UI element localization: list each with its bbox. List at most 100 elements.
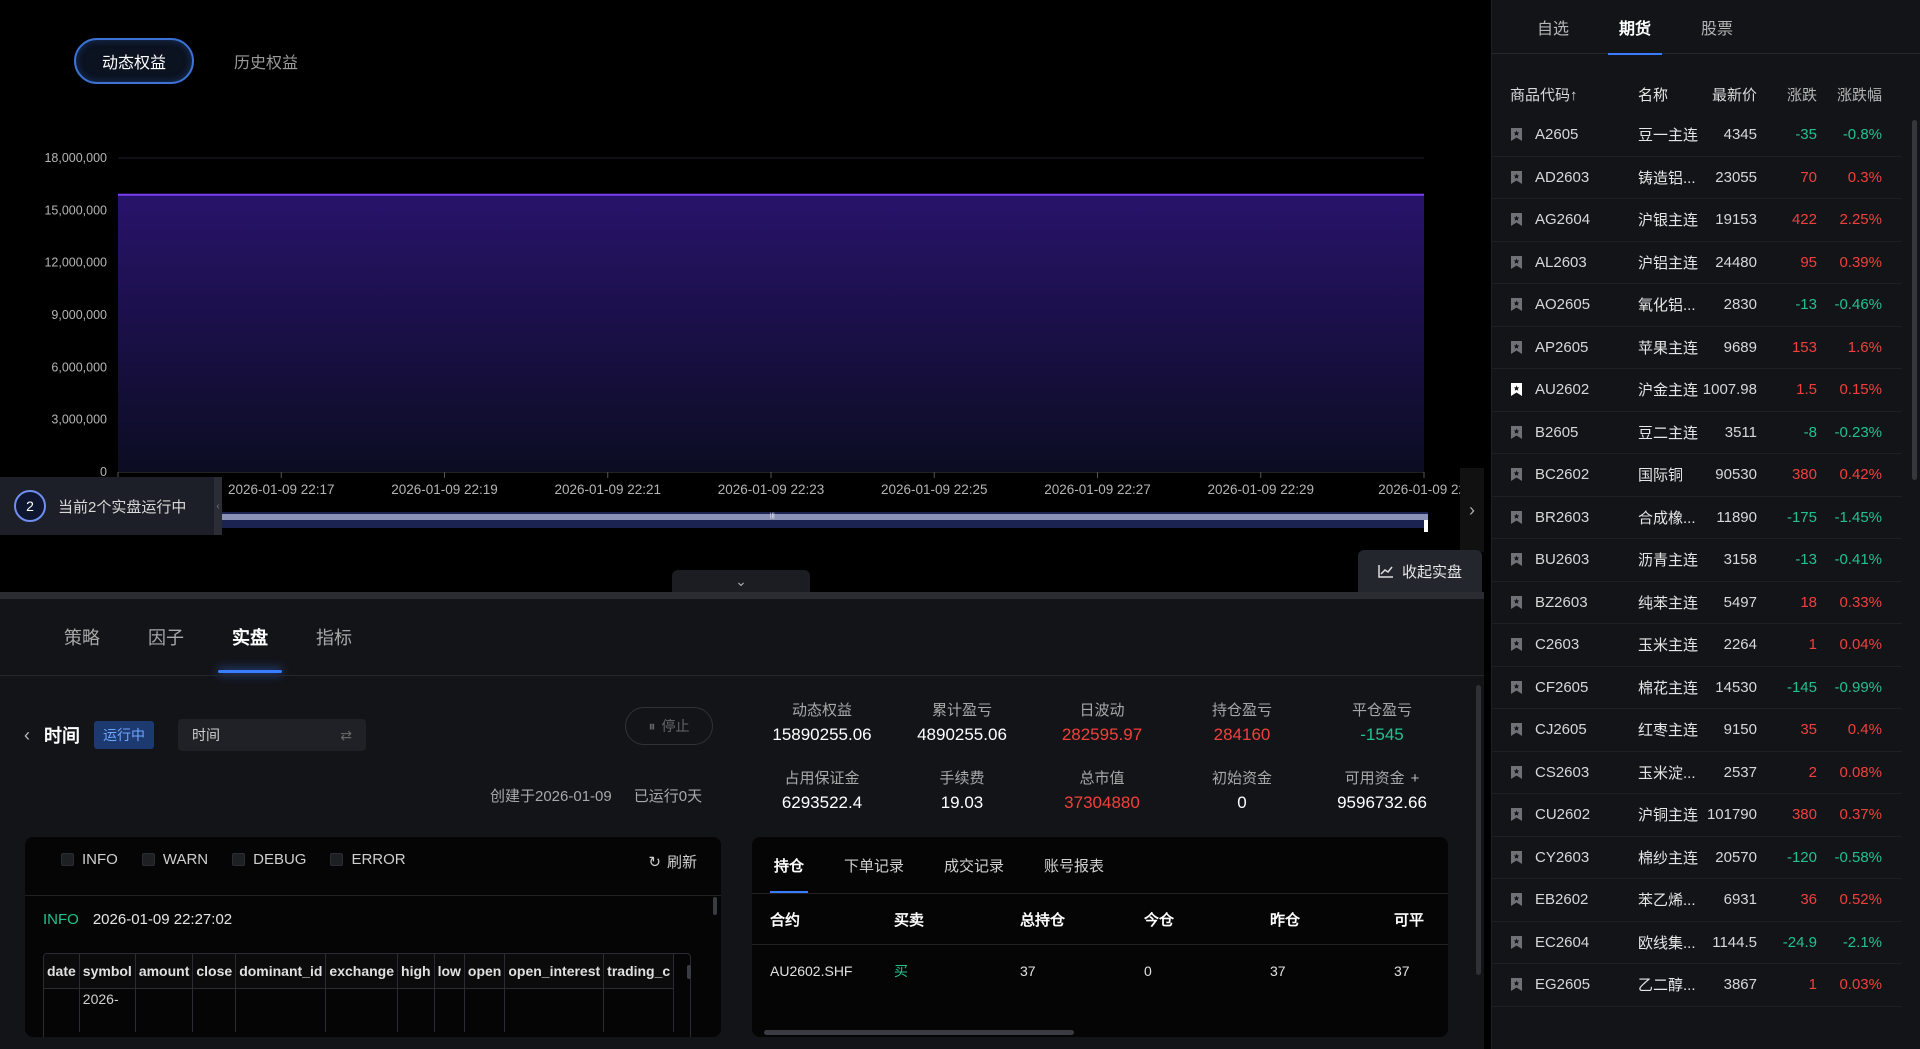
tab-factor[interactable]: 因子 [124,599,208,675]
list-item[interactable]: AD2603 铸造铝... 23055 70 0.3% [1492,157,1902,199]
tab-trades[interactable]: 成交记录 [930,837,1018,893]
stop-button[interactable]: ⏸ 停止 [625,707,713,745]
bookmark-icon[interactable] [1510,467,1523,482]
list-item[interactable]: A2605 豆一主连 4345 -35 -0.8% [1492,114,1902,157]
positions-hscrollbar[interactable] [764,1030,1074,1035]
resize-divider[interactable] [0,592,1484,599]
bookmark-icon[interactable] [1510,722,1523,737]
list-item[interactable]: AP2605 苹果主连 9689 153 1.6% [1492,327,1902,369]
tab-account-report[interactable]: 账号报表 [1030,837,1118,893]
add-funds-icon[interactable]: + [1411,770,1420,787]
bookmark-icon[interactable] [1510,255,1523,270]
log-col-header[interactable]: open [464,954,506,989]
bookmark-icon[interactable] [1510,765,1523,780]
bookmark-icon[interactable] [1510,892,1523,907]
collapse-live-button[interactable]: 收起实盘 [1358,550,1482,592]
zoom-window[interactable] [222,514,1428,520]
bookmark-icon[interactable] [1510,170,1523,185]
back-chevron-icon[interactable]: ‹ [24,725,30,746]
tab-watchlist[interactable]: 自选 [1512,0,1594,54]
list-item[interactable]: EC2604 欧线集... 1144.5 -24.9 -2.1% [1492,922,1902,964]
positions-col-header[interactable]: 可平 [1394,909,1424,930]
log-col-header[interactable]: amount [135,954,194,989]
positions-col-header[interactable]: 总持仓 [1020,909,1065,930]
log-col-header[interactable]: date [44,954,80,989]
list-item[interactable]: AU2602 沪金主连 1007.98 1.5 0.15% [1492,369,1902,412]
tab-orders[interactable]: 下单记录 [830,837,918,893]
filter-warn-checkbox[interactable]: WARN [141,851,208,868]
list-item[interactable]: CJ2605 红枣主连 9150 35 0.4% [1492,709,1902,752]
bookmark-icon[interactable] [1510,680,1523,695]
bookmark-icon[interactable] [1510,977,1523,992]
list-item[interactable]: CS2603 玉米淀... 2537 2 0.08% [1492,752,1902,794]
log-col-header[interactable]: trading_c [603,954,675,989]
tab-indicator[interactable]: 指标 [292,599,376,675]
col-code[interactable]: 商品代码↑ [1510,84,1578,105]
positions-col-header[interactable]: 昨仓 [1270,909,1300,930]
tab-strategy[interactable]: 策略 [40,599,124,675]
list-item[interactable]: AO2605 氧化铝... 2830 -13 -0.46% [1492,284,1902,327]
chevron-left-icon[interactable]: ‹ [214,477,222,535]
filter-debug-checkbox[interactable]: DEBUG [232,851,306,868]
bookmark-icon[interactable] [1510,637,1523,652]
log-col-header[interactable]: dominant_id [235,954,327,989]
zoom-grip-icon[interactable]: ||| [770,513,775,519]
table-scrollbar[interactable] [687,965,691,979]
col-change-pct[interactable]: 涨跌幅 [1837,84,1882,105]
positions-col-header[interactable]: 买卖 [894,909,924,930]
market-scrollbar[interactable] [1912,120,1917,480]
list-item[interactable]: BU2603 沥青主连 3158 -13 -0.41% [1492,539,1902,582]
filter-info-checkbox[interactable]: INFO [61,851,118,868]
refresh-button[interactable]: ↻ 刷新 [648,851,697,872]
bookmark-icon[interactable] [1510,127,1523,142]
bookmark-icon[interactable] [1510,935,1523,950]
chevron-down-icon[interactable]: ⌄ [672,570,810,592]
log-col-header[interactable]: symbol [79,954,136,989]
list-item[interactable]: CU2602 沪铜主连 101790 380 0.37% [1492,794,1902,837]
bookmark-icon[interactable] [1510,340,1523,355]
list-item[interactable]: AL2603 沪铝主连 24480 95 0.39% [1492,242,1902,284]
chevron-right-icon[interactable]: › [1460,468,1484,552]
log-col-header[interactable]: exchange [325,954,399,989]
list-item[interactable]: BR2603 合成橡... 11890 -175 -1.45% [1492,497,1902,539]
filter-error-checkbox[interactable]: ERROR [330,851,406,868]
bookmark-icon[interactable] [1510,510,1523,525]
list-item[interactable]: AG2604 沪银主连 19153 422 2.25% [1492,199,1902,242]
bottom-scrollbar[interactable] [1476,685,1481,975]
bookmark-icon[interactable] [1510,552,1523,567]
tab-stocks[interactable]: 股票 [1676,0,1758,54]
strategy-select[interactable]: 时间 ⇄ [178,719,366,751]
tab-dynamic-equity[interactable]: 动态权益 [74,38,195,84]
running-live-badge[interactable]: 2 当前2个实盘运行中 ‹ [0,477,222,535]
log-col-header[interactable]: open_interest [504,954,605,989]
list-item[interactable]: BC2602 国际铜 90530 380 0.42% [1492,454,1902,497]
list-item[interactable]: C2603 玉米主连 2264 1 0.04% [1492,624,1902,667]
positions-col-header[interactable]: 合约 [770,909,800,930]
list-item[interactable]: CF2605 棉花主连 14530 -145 -0.99% [1492,667,1902,709]
log-scrollbar[interactable] [713,897,717,915]
log-col-header[interactable]: close [192,954,237,989]
bookmark-icon[interactable] [1510,297,1523,312]
tab-live[interactable]: 实盘 [208,599,292,675]
bookmark-icon[interactable] [1510,807,1523,822]
col-price[interactable]: 最新价 [1712,84,1757,105]
tab-history-equity[interactable]: 历史权益 [208,38,324,84]
list-item[interactable]: BZ2603 纯苯主连 5497 18 0.33% [1492,582,1902,624]
col-name[interactable]: 名称 [1638,84,1668,105]
log-col-header[interactable]: low [434,954,465,989]
list-item[interactable]: CY2603 棉纱主连 20570 -120 -0.58% [1492,837,1902,879]
bookmark-icon[interactable] [1510,850,1523,865]
zoom-right-handle[interactable] [1424,520,1428,532]
bookmark-icon[interactable] [1510,595,1523,610]
bookmark-icon[interactable] [1510,212,1523,227]
list-item[interactable]: EG2605 乙二醇... 3867 1 0.03% [1492,964,1902,1007]
log-col-header[interactable]: high [397,954,435,989]
list-item[interactable]: EB2602 苯乙烯... 6931 36 0.52% [1492,879,1902,922]
table-row[interactable]: AU2602.SHF 买 37 0 37 37 [752,945,1448,997]
bookmark-filled-icon[interactable] [1510,382,1523,397]
tab-futures[interactable]: 期货 [1594,0,1676,55]
positions-col-header[interactable]: 今仓 [1144,909,1174,930]
bookmark-icon[interactable] [1510,425,1523,440]
tab-positions[interactable]: 持仓 [760,837,818,893]
col-change[interactable]: 涨跌 [1787,84,1817,105]
